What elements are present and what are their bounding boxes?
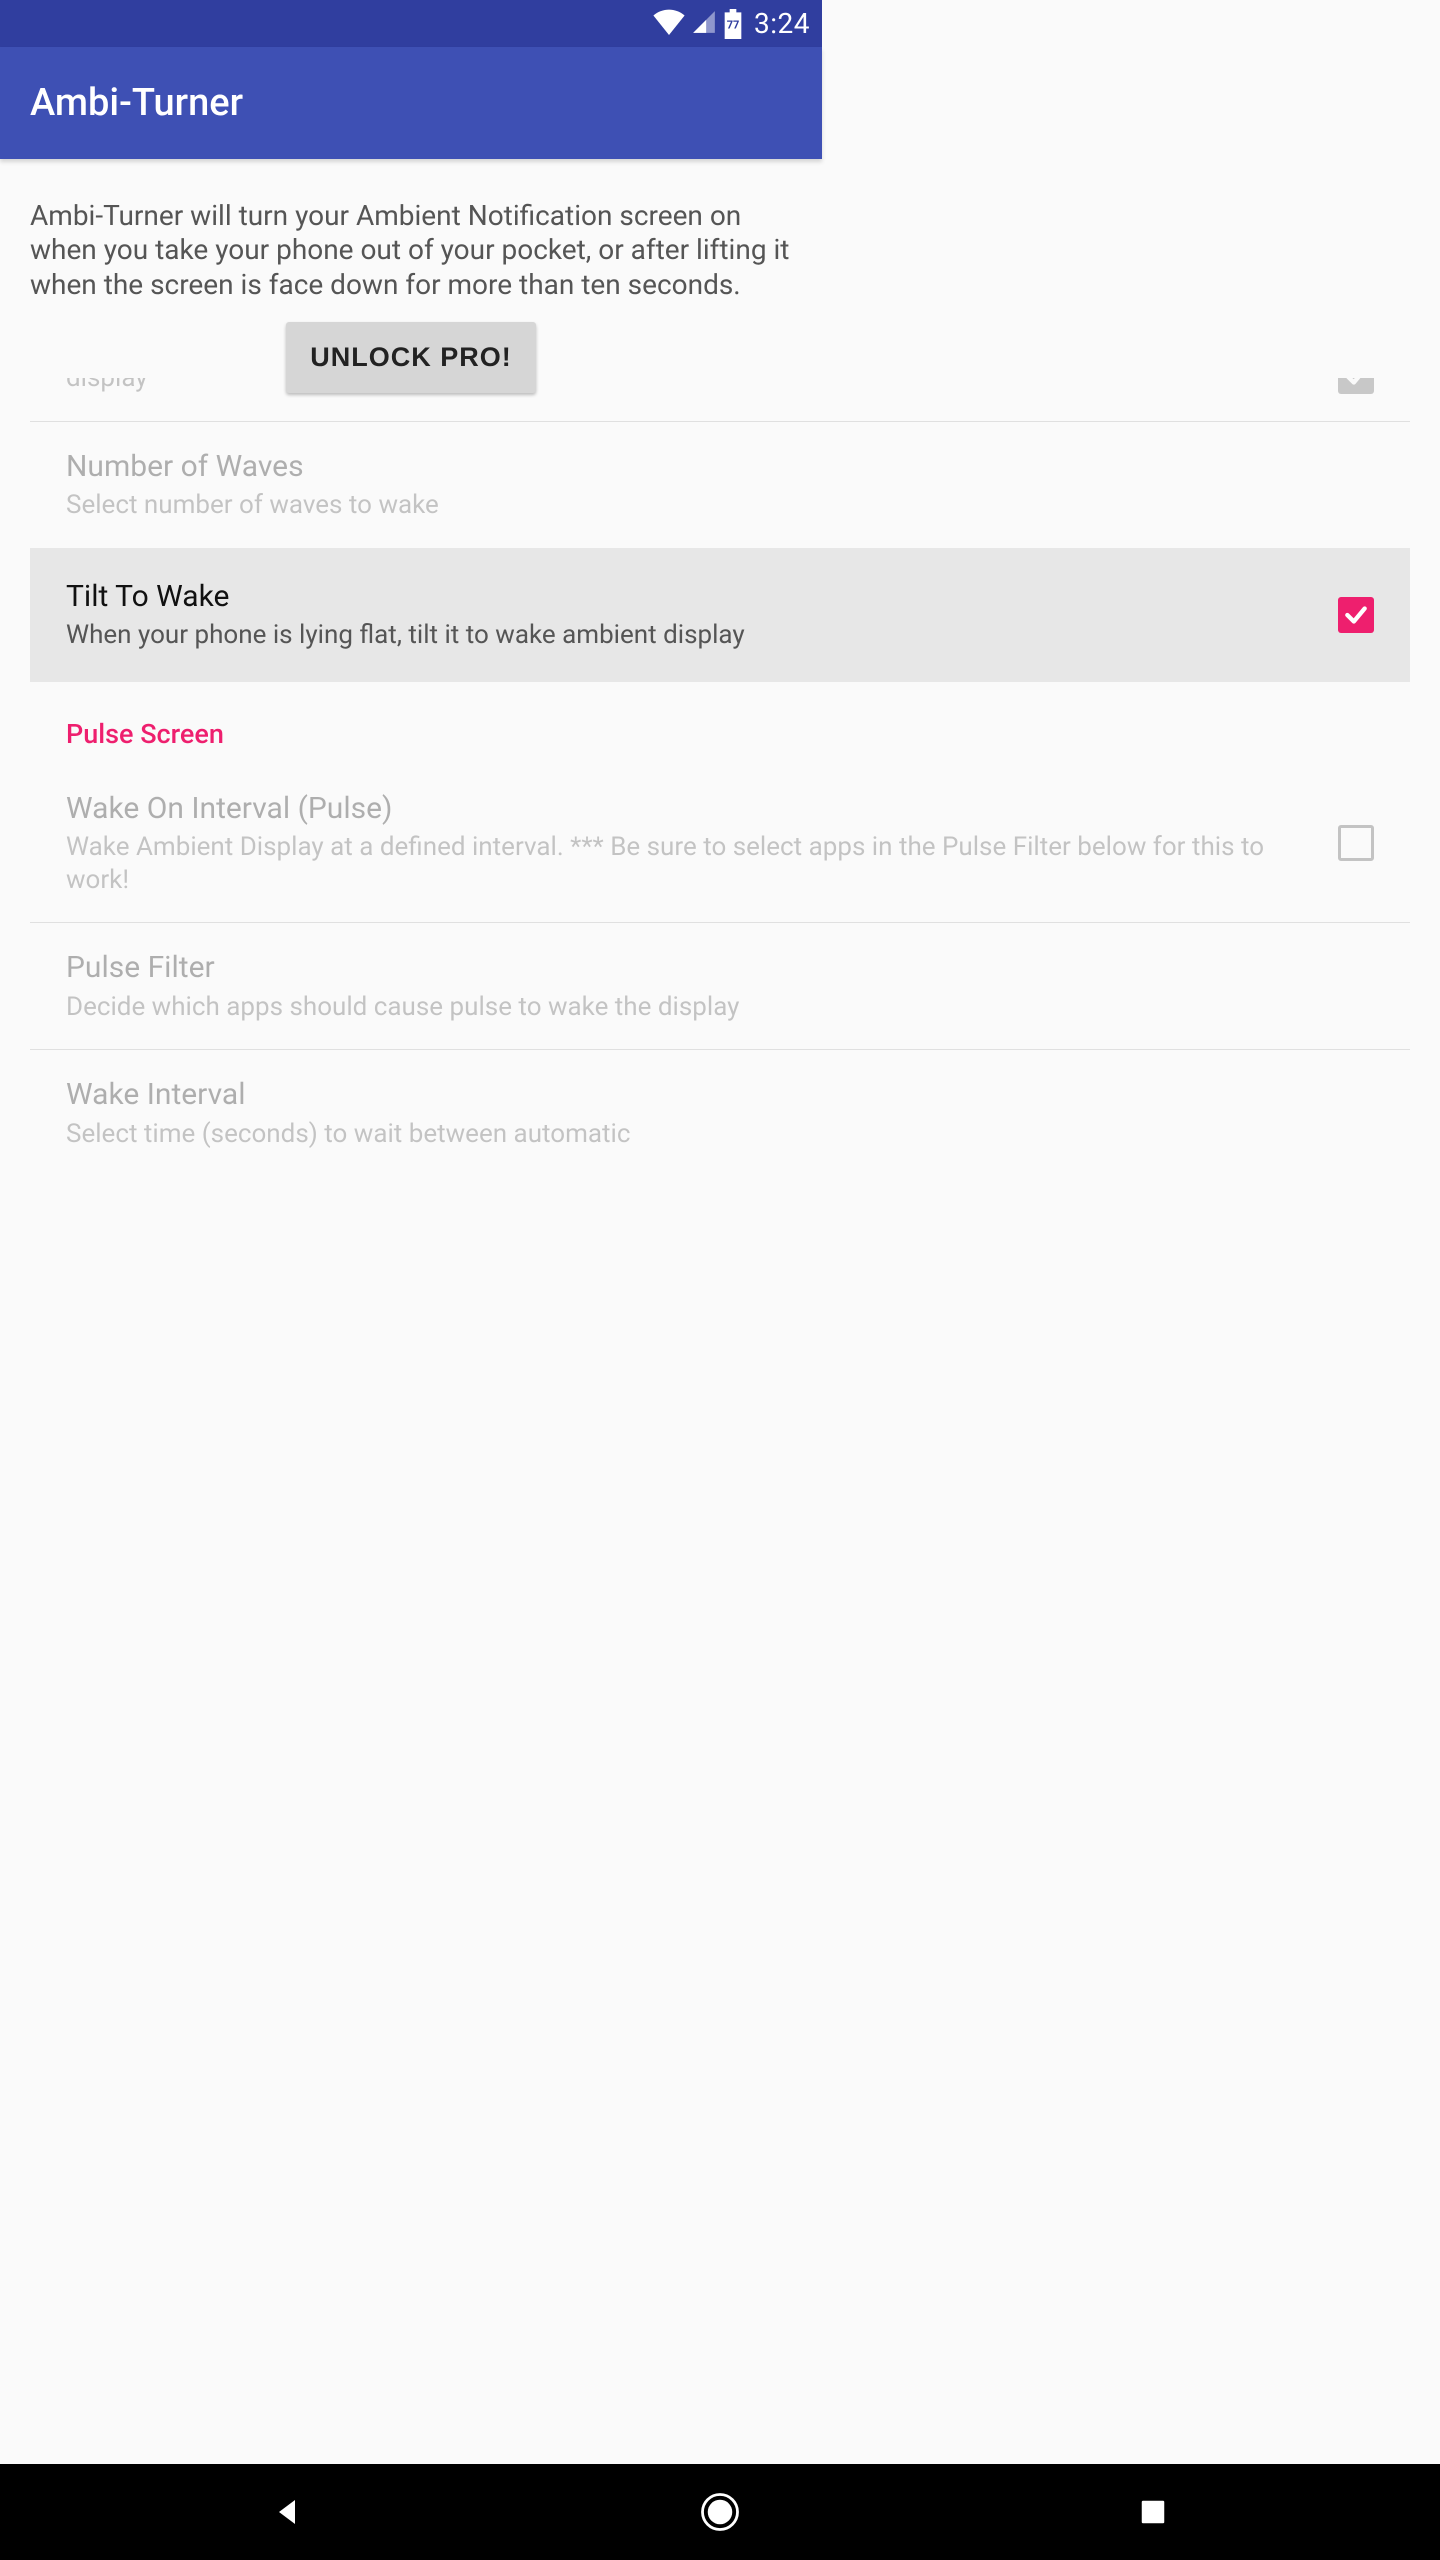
navigation-bar <box>0 2464 1440 2560</box>
settings-row-tilt-to-wake[interactable]: Tilt To Wake When your phone is lying fl… <box>30 548 1410 682</box>
cell-signal-icon <box>690 9 718 39</box>
setting-sub: Decide which apps should cause pulse to … <box>66 991 1354 1024</box>
wifi-icon <box>653 9 685 39</box>
nav-recents-button[interactable] <box>1131 2490 1175 2534</box>
setting-sub: Select number of waves to wake <box>66 489 1354 522</box>
checkbox-icon <box>1338 378 1374 394</box>
setting-sub: display <box>66 378 1318 395</box>
setting-title: Tilt To Wake <box>66 578 1318 616</box>
battery-level: 77 <box>727 19 740 32</box>
status-bar: 77 3:24 <box>0 0 822 47</box>
battery-icon: 77 <box>723 9 743 39</box>
settings-list: display Number of Waves Select number of… <box>30 378 1410 1176</box>
setting-sub: Wake Ambient Display at a defined interv… <box>66 831 1318 896</box>
settings-row-wake-interval[interactable]: Wake Interval Select time (seconds) to w… <box>30 1050 1410 1176</box>
status-clock: 3:24 <box>754 7 810 40</box>
setting-title: Pulse Filter <box>66 949 1354 987</box>
settings-row-pulse-filter[interactable]: Pulse Filter Decide which apps should ca… <box>30 923 1410 1050</box>
intro-text: Ambi-Turner will turn your Ambient Notif… <box>0 159 822 302</box>
setting-sub: Select time (seconds) to wait between au… <box>66 1118 1354 1151</box>
setting-title: Wake Interval <box>66 1076 1354 1114</box>
section-header-pulse-screen: Pulse Screen <box>30 682 1410 764</box>
setting-title: Number of Waves <box>66 448 1354 486</box>
checkbox-icon[interactable] <box>1338 597 1374 633</box>
nav-back-button[interactable] <box>265 2490 309 2534</box>
setting-sub: When your phone is lying flat, tilt it t… <box>66 619 1318 652</box>
nav-home-button[interactable] <box>698 2490 742 2534</box>
settings-row-number-of-waves[interactable]: Number of Waves Select number of waves t… <box>30 422 1410 548</box>
checkbox-icon[interactable] <box>1338 825 1374 861</box>
settings-row-wake-on-interval-pulse[interactable]: Wake On Interval (Pulse) Wake Ambient Di… <box>30 764 1410 924</box>
setting-title: Wake On Interval (Pulse) <box>66 790 1318 828</box>
app-title: Ambi-Turner <box>30 81 243 125</box>
app-bar: Ambi-Turner <box>0 47 822 159</box>
settings-row-partial: display <box>30 378 1410 422</box>
settings-scroll-area[interactable]: display Number of Waves Select number of… <box>30 378 1410 2464</box>
